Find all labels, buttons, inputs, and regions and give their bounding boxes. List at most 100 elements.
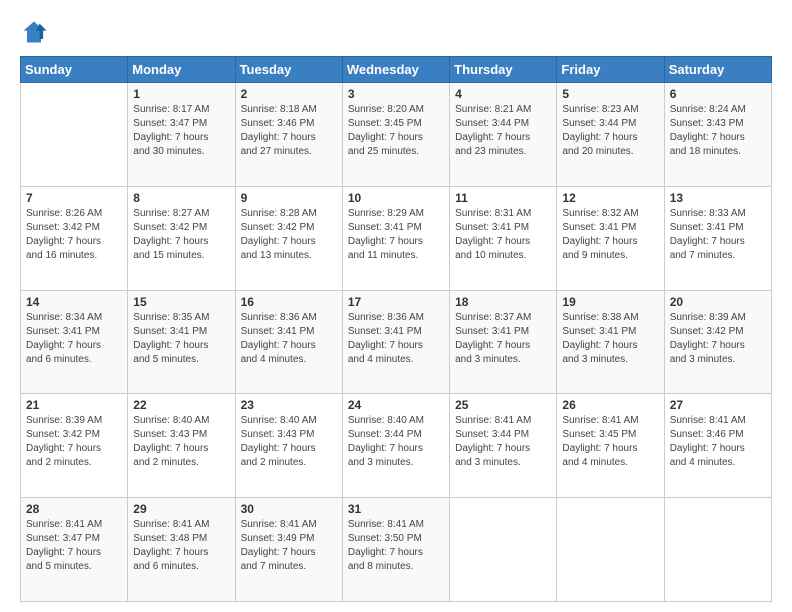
cell-content: Sunrise: 8:21 AM Sunset: 3:44 PM Dayligh… <box>455 103 551 159</box>
calendar-cell: 16Sunrise: 8:36 AM Sunset: 3:41 PM Dayli… <box>235 290 342 394</box>
day-number: 3 <box>348 87 444 101</box>
calendar-cell: 14 Sunrise: 8:34 AM Sunset: 3:41 PM Dayli… <box>21 290 128 394</box>
cell-content: Sunrise: 8:41 AM Sunset: 3:47 PM Dayligh… <box>26 518 122 574</box>
cell-content: Sunrise: 8:41 AM Sunset: 3:45 PM Dayligh… <box>562 414 658 470</box>
day-number: 9 <box>241 191 337 205</box>
week-row-5: 28 Sunrise: 8:41 AM Sunset: 3:47 PM Dayli… <box>21 498 772 602</box>
cell-content: Sunrise: 8:29 AM Sunset: 3:41 PM Dayligh… <box>348 207 444 263</box>
calendar-body: 1Sunrise: 8:17 AM Sunset: 3:47 PM Daylig… <box>21 83 772 602</box>
calendar-cell: 29Sunrise: 8:41 AM Sunset: 3:48 PM Dayli… <box>128 498 235 602</box>
calendar-cell: 12 Sunrise: 8:32 AM Sunset: 3:41 PM Dayli… <box>557 186 664 290</box>
day-number: 15 <box>133 295 229 309</box>
cell-content: Sunrise: 8:24 AM Sunset: 3:43 PM Dayligh… <box>670 103 766 159</box>
cell-content: Sunrise: 8:38 AM Sunset: 3:41 PM Dayligh… <box>562 311 658 367</box>
cell-content: Sunrise: 8:41 AM Sunset: 3:44 PM Dayligh… <box>455 414 551 470</box>
header-cell-wednesday: Wednesday <box>342 57 449 83</box>
cell-content: Sunrise: 8:40 AM Sunset: 3:43 PM Dayligh… <box>241 414 337 470</box>
calendar-table: SundayMondayTuesdayWednesdayThursdayFrid… <box>20 56 772 602</box>
cell-content: Sunrise: 8:33 AM Sunset: 3:41 PM Dayligh… <box>670 207 766 263</box>
day-number: 22 <box>133 398 229 412</box>
calendar-cell: 25 Sunrise: 8:41 AM Sunset: 3:44 PM Dayli… <box>450 394 557 498</box>
day-number: 2 <box>241 87 337 101</box>
header-row: SundayMondayTuesdayWednesdayThursdayFrid… <box>21 57 772 83</box>
day-number: 21 <box>26 398 122 412</box>
day-number: 28 <box>26 502 122 516</box>
cell-content: Sunrise: 8:41 AM Sunset: 3:50 PM Dayligh… <box>348 518 444 574</box>
cell-content: Sunrise: 8:23 AM Sunset: 3:44 PM Dayligh… <box>562 103 658 159</box>
day-number: 13 <box>670 191 766 205</box>
cell-content: Sunrise: 8:27 AM Sunset: 3:42 PM Dayligh… <box>133 207 229 263</box>
cell-content: Sunrise: 8:41 AM Sunset: 3:46 PM Dayligh… <box>670 414 766 470</box>
cell-content: Sunrise: 8:28 AM Sunset: 3:42 PM Dayligh… <box>241 207 337 263</box>
calendar-cell: 2 Sunrise: 8:18 AM Sunset: 3:46 PM Daylig… <box>235 83 342 187</box>
day-number: 24 <box>348 398 444 412</box>
calendar-cell: 30 Sunrise: 8:41 AM Sunset: 3:49 PM Dayli… <box>235 498 342 602</box>
calendar-cell: 23 Sunrise: 8:40 AM Sunset: 3:43 PM Dayli… <box>235 394 342 498</box>
calendar-cell: 11 Sunrise: 8:31 AM Sunset: 3:41 PM Dayli… <box>450 186 557 290</box>
calendar-cell: 21 Sunrise: 8:39 AM Sunset: 3:42 PM Dayli… <box>21 394 128 498</box>
week-row-3: 14 Sunrise: 8:34 AM Sunset: 3:41 PM Dayli… <box>21 290 772 394</box>
header <box>20 18 772 46</box>
calendar-header: SundayMondayTuesdayWednesdayThursdayFrid… <box>21 57 772 83</box>
header-cell-thursday: Thursday <box>450 57 557 83</box>
calendar-cell: 19 Sunrise: 8:38 AM Sunset: 3:41 PM Dayli… <box>557 290 664 394</box>
cell-content: Sunrise: 8:36 AM Sunset: 3:41 PM Dayligh… <box>348 311 444 367</box>
cell-content: Sunrise: 8:31 AM Sunset: 3:41 PM Dayligh… <box>455 207 551 263</box>
logo <box>20 18 52 46</box>
calendar-cell: 4 Sunrise: 8:21 AM Sunset: 3:44 PM Daylig… <box>450 83 557 187</box>
day-number: 14 <box>26 295 122 309</box>
header-cell-monday: Monday <box>128 57 235 83</box>
day-number: 8 <box>133 191 229 205</box>
day-number: 20 <box>670 295 766 309</box>
day-number: 16 <box>241 295 337 309</box>
day-number: 19 <box>562 295 658 309</box>
day-number: 23 <box>241 398 337 412</box>
day-number: 29 <box>133 502 229 516</box>
calendar-cell: 22Sunrise: 8:40 AM Sunset: 3:43 PM Dayli… <box>128 394 235 498</box>
calendar-cell <box>557 498 664 602</box>
calendar-cell <box>21 83 128 187</box>
cell-content: Sunrise: 8:41 AM Sunset: 3:49 PM Dayligh… <box>241 518 337 574</box>
calendar-cell <box>450 498 557 602</box>
day-number: 27 <box>670 398 766 412</box>
calendar-cell: 8 Sunrise: 8:27 AM Sunset: 3:42 PM Daylig… <box>128 186 235 290</box>
calendar-cell: 27 Sunrise: 8:41 AM Sunset: 3:46 PM Dayli… <box>664 394 771 498</box>
calendar-cell: 28 Sunrise: 8:41 AM Sunset: 3:47 PM Dayli… <box>21 498 128 602</box>
week-row-1: 1Sunrise: 8:17 AM Sunset: 3:47 PM Daylig… <box>21 83 772 187</box>
cell-content: Sunrise: 8:40 AM Sunset: 3:44 PM Dayligh… <box>348 414 444 470</box>
day-number: 12 <box>562 191 658 205</box>
calendar-cell: 31Sunrise: 8:41 AM Sunset: 3:50 PM Dayli… <box>342 498 449 602</box>
calendar-cell: 5Sunrise: 8:23 AM Sunset: 3:44 PM Daylig… <box>557 83 664 187</box>
day-number: 25 <box>455 398 551 412</box>
day-number: 30 <box>241 502 337 516</box>
cell-content: Sunrise: 8:20 AM Sunset: 3:45 PM Dayligh… <box>348 103 444 159</box>
calendar-cell: 26 Sunrise: 8:41 AM Sunset: 3:45 PM Dayli… <box>557 394 664 498</box>
cell-content: Sunrise: 8:18 AM Sunset: 3:46 PM Dayligh… <box>241 103 337 159</box>
calendar-cell: 17Sunrise: 8:36 AM Sunset: 3:41 PM Dayli… <box>342 290 449 394</box>
week-row-4: 21 Sunrise: 8:39 AM Sunset: 3:42 PM Dayli… <box>21 394 772 498</box>
logo-icon <box>20 18 48 46</box>
calendar-cell: 3 Sunrise: 8:20 AM Sunset: 3:45 PM Daylig… <box>342 83 449 187</box>
header-cell-friday: Friday <box>557 57 664 83</box>
calendar-cell: 15Sunrise: 8:35 AM Sunset: 3:41 PM Dayli… <box>128 290 235 394</box>
day-number: 11 <box>455 191 551 205</box>
header-cell-sunday: Sunday <box>21 57 128 83</box>
week-row-2: 7Sunrise: 8:26 AM Sunset: 3:42 PM Daylig… <box>21 186 772 290</box>
cell-content: Sunrise: 8:32 AM Sunset: 3:41 PM Dayligh… <box>562 207 658 263</box>
cell-content: Sunrise: 8:17 AM Sunset: 3:47 PM Dayligh… <box>133 103 229 159</box>
cell-content: Sunrise: 8:39 AM Sunset: 3:42 PM Dayligh… <box>26 414 122 470</box>
day-number: 6 <box>670 87 766 101</box>
calendar-cell: 20 Sunrise: 8:39 AM Sunset: 3:42 PM Dayli… <box>664 290 771 394</box>
day-number: 4 <box>455 87 551 101</box>
calendar-cell: 9 Sunrise: 8:28 AM Sunset: 3:42 PM Daylig… <box>235 186 342 290</box>
day-number: 10 <box>348 191 444 205</box>
cell-content: Sunrise: 8:39 AM Sunset: 3:42 PM Dayligh… <box>670 311 766 367</box>
cell-content: Sunrise: 8:34 AM Sunset: 3:41 PM Dayligh… <box>26 311 122 367</box>
cell-content: Sunrise: 8:37 AM Sunset: 3:41 PM Dayligh… <box>455 311 551 367</box>
cell-content: Sunrise: 8:26 AM Sunset: 3:42 PM Dayligh… <box>26 207 122 263</box>
day-number: 26 <box>562 398 658 412</box>
calendar-cell: 13 Sunrise: 8:33 AM Sunset: 3:41 PM Dayli… <box>664 186 771 290</box>
calendar-cell: 24 Sunrise: 8:40 AM Sunset: 3:44 PM Dayli… <box>342 394 449 498</box>
calendar-cell: 1Sunrise: 8:17 AM Sunset: 3:47 PM Daylig… <box>128 83 235 187</box>
header-cell-tuesday: Tuesday <box>235 57 342 83</box>
